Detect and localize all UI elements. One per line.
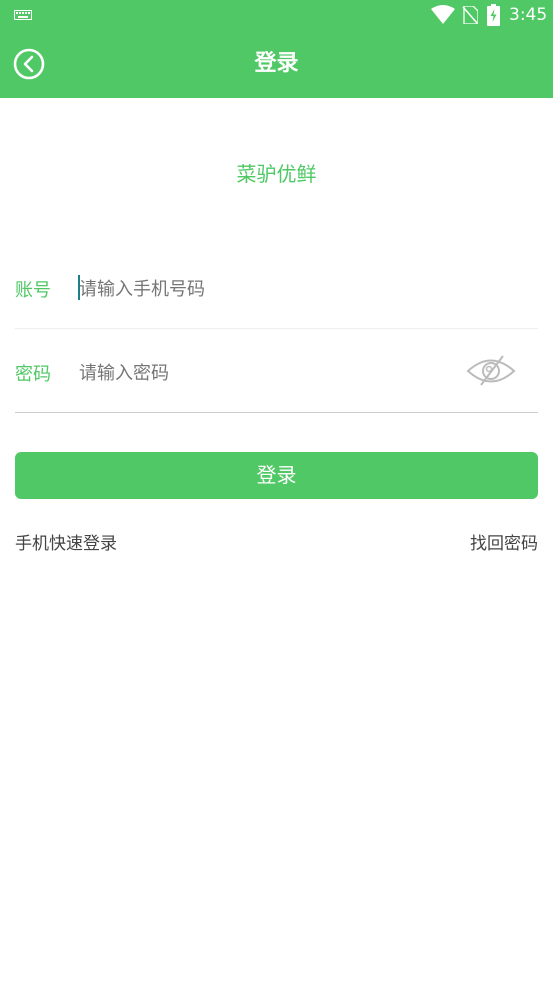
- battery-charging-icon: [487, 4, 500, 26]
- password-label: 密码: [15, 364, 51, 385]
- eye-hidden-icon[interactable]: [465, 352, 517, 390]
- account-divider: [15, 328, 538, 329]
- app-name: 菜驴优鲜: [236, 162, 317, 186]
- account-label: 账号: [15, 280, 51, 301]
- app-header: 3:45 登录: [0, 0, 553, 98]
- password-divider: [15, 412, 538, 413]
- status-bar: 3:45: [0, 0, 553, 30]
- forgot-password-link[interactable]: 找回密码: [470, 531, 538, 557]
- keyboard-icon: [14, 10, 32, 20]
- status-time: 3:45: [509, 5, 548, 25]
- quick-login-link[interactable]: 手机快速登录: [15, 531, 117, 557]
- page-title: 登录: [254, 51, 299, 76]
- password-input[interactable]: [79, 360, 449, 386]
- login-button[interactable]: 登录: [15, 452, 538, 499]
- wifi-icon: [431, 5, 455, 24]
- no-sim-icon: [462, 6, 478, 24]
- account-input[interactable]: [79, 276, 459, 302]
